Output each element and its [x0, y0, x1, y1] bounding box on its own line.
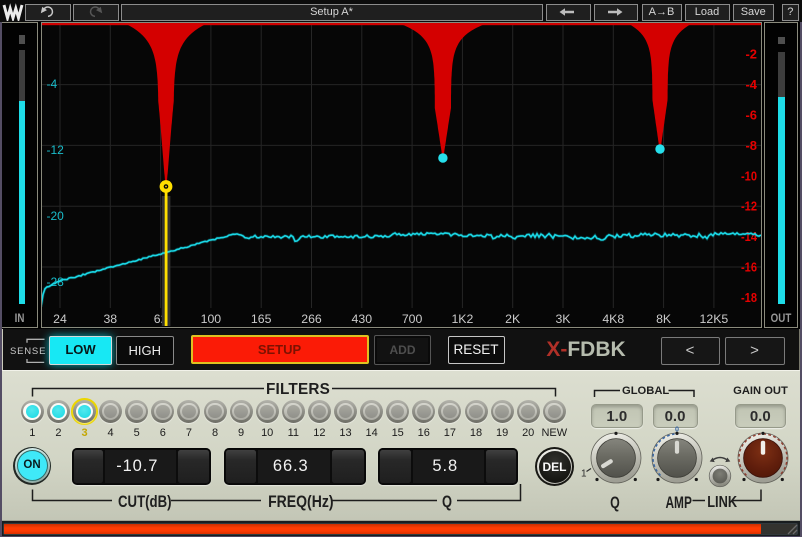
svg-text:165: 165	[250, 312, 271, 326]
svg-text:-4: -4	[745, 77, 757, 92]
svg-text:24: 24	[53, 312, 67, 326]
svg-text:4K8: 4K8	[602, 312, 624, 326]
svg-text:1: 1	[581, 469, 587, 480]
svg-text:-20: -20	[46, 209, 64, 223]
svg-text:38: 38	[103, 312, 117, 326]
svg-text:-10: -10	[741, 168, 757, 183]
svg-text:-8: -8	[745, 138, 757, 153]
svg-text:430: 430	[351, 312, 372, 326]
svg-text:-18: -18	[741, 290, 757, 305]
svg-text:12K5: 12K5	[699, 312, 728, 326]
svg-text:1K2: 1K2	[451, 312, 473, 326]
svg-text:100: 100	[200, 312, 221, 326]
svg-text:266: 266	[301, 312, 322, 326]
svg-text:2K: 2K	[505, 312, 521, 326]
svg-text:3K: 3K	[555, 312, 571, 326]
svg-text:-4: -4	[46, 77, 57, 91]
svg-text:8K: 8K	[656, 312, 672, 326]
svg-text:-12: -12	[741, 199, 757, 214]
svg-text:-14: -14	[741, 229, 758, 244]
svg-text:-2: -2	[745, 47, 757, 62]
svg-text:-12: -12	[46, 143, 64, 157]
svg-text:700: 700	[401, 312, 422, 326]
svg-text:-16: -16	[741, 260, 757, 275]
svg-text:-6: -6	[745, 108, 757, 123]
